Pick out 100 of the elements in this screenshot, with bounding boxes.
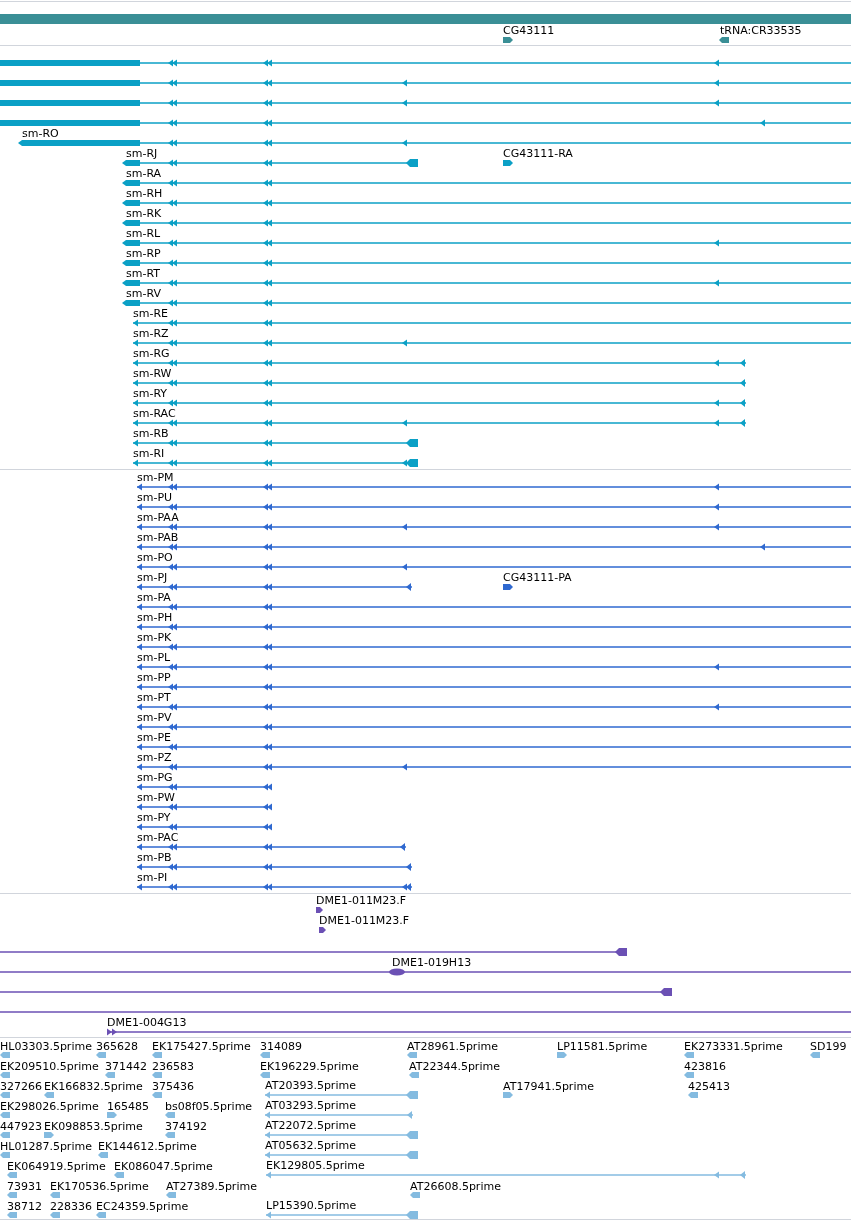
feature-label: sm-RG <box>133 347 170 360</box>
feature-arrow <box>260 1072 270 1078</box>
feature-label: 423816 <box>684 1060 726 1073</box>
feature-label: sm-PK <box>137 631 172 644</box>
feature-arrow <box>50 1212 60 1218</box>
feature-label: HL01287.5prime <box>0 1140 92 1153</box>
feature-arrow <box>810 1052 820 1058</box>
feature-arrow <box>319 927 326 933</box>
feature-label: sm-PAB <box>137 531 179 544</box>
feature-label: EK098853.5prime <box>44 1120 143 1133</box>
feature-label: sm-PJ <box>137 571 168 584</box>
feature-label: AT22072.5prime <box>265 1119 356 1132</box>
feature-label: sm-PU <box>137 491 173 504</box>
feature-label: AT03293.5prime <box>265 1099 356 1112</box>
feature-label: DME1-019H13 <box>392 956 472 969</box>
feature-arrow <box>503 37 513 43</box>
feature-label: tRNA:CR33535 <box>720 24 802 37</box>
feature-arrow <box>152 1092 162 1098</box>
feature-label: sm-RAC <box>133 407 176 420</box>
feature-arrow <box>166 1192 176 1198</box>
feature-label: sm-PV <box>137 711 172 724</box>
feature-arrow <box>7 1192 17 1198</box>
feature-label: DME1-004G13 <box>107 1016 187 1029</box>
feature-label: sm-PG <box>137 771 173 784</box>
feature-label: sm-RV <box>126 287 161 300</box>
feature-label: DME1-011M23.F <box>316 894 407 907</box>
feature-arrow <box>0 1112 10 1118</box>
feature-arrow <box>557 1052 567 1058</box>
feature-label: 236583 <box>152 1060 194 1073</box>
feature-label: SD199 <box>810 1040 847 1053</box>
feature-arrow <box>7 1172 17 1178</box>
feature-label: 314089 <box>260 1040 302 1053</box>
feature-label: 371442 <box>105 1060 147 1073</box>
feature-label: 38712 <box>7 1200 42 1213</box>
feature-arrow <box>407 1052 417 1058</box>
feature-arrow <box>152 1052 162 1058</box>
feature-label: sm-PAC <box>137 831 179 844</box>
feature-arrow <box>96 1212 106 1218</box>
feature-label: CG43111-RA <box>503 147 573 160</box>
feature-label: sm-RW <box>133 367 172 380</box>
feature-label: EC24359.5prime <box>96 1200 189 1213</box>
feature-label: sm-PT <box>137 691 171 704</box>
feature-label: sm-RB <box>133 427 169 440</box>
feature-arrow <box>152 1072 162 1078</box>
feature-label: 374192 <box>165 1120 207 1133</box>
feature-label: sm-RH <box>126 187 163 200</box>
feature-label: sm-RT <box>126 267 160 280</box>
feature-label: sm-RI <box>133 447 165 460</box>
feature-arrow <box>503 1092 513 1098</box>
feature-label: HL03303.5prime <box>0 1040 92 1053</box>
feature-label: 165485 <box>107 1100 149 1113</box>
feature-arrow <box>688 1092 698 1098</box>
feature-label: AT28961.5prime <box>407 1040 498 1053</box>
feature-label: LP11581.5prime <box>557 1040 648 1053</box>
feature-label: EK298026.5prime <box>0 1100 99 1113</box>
feature-arrow <box>105 1072 115 1078</box>
feature-arrow <box>0 1132 10 1138</box>
feature-label: sm-RP <box>126 247 161 260</box>
feature-arrow <box>107 1112 117 1118</box>
feature-label: sm-PA <box>137 591 171 604</box>
feature-label: sm-RJ <box>126 147 158 160</box>
feature-label: sm-PY <box>137 811 171 824</box>
feature-arrow <box>316 907 323 913</box>
feature-label: EK144612.5prime <box>98 1140 197 1153</box>
feature-label: EK129805.5prime <box>266 1159 365 1172</box>
feature-arrow <box>114 1172 124 1178</box>
feature-arrow <box>684 1052 694 1058</box>
feature-label: sm-PM <box>137 471 174 484</box>
feature-arrow <box>44 1092 54 1098</box>
feature-label: sm-PAA <box>137 511 179 524</box>
feature-label: AT26608.5prime <box>410 1180 501 1193</box>
feature-arrow <box>165 1132 175 1138</box>
feature-label: LP15390.5prime <box>266 1199 357 1212</box>
feature-label: sm-PH <box>137 611 173 624</box>
feature-label: sm-PO <box>137 551 173 564</box>
feature-label: sm-PI <box>137 871 168 884</box>
feature-arrow <box>719 37 729 43</box>
feature-label: sm-PB <box>137 851 172 864</box>
feature-arrow <box>0 1092 10 1098</box>
feature-arrow <box>503 160 513 166</box>
feature-label: sm-RY <box>133 387 168 400</box>
feature-label: EK196229.5prime <box>260 1060 359 1073</box>
feature-label: sm-RO <box>22 127 59 140</box>
feature-arrow <box>260 1052 270 1058</box>
feature-label: 447923 <box>0 1120 42 1133</box>
feature-arrow <box>0 1152 10 1158</box>
feature-label: 228336 <box>50 1200 92 1213</box>
feature-label: sm-RE <box>133 307 168 320</box>
feature-arrow <box>44 1132 54 1138</box>
feature-label: 73931 <box>7 1180 42 1193</box>
feature-arrow <box>409 1072 419 1078</box>
feature-arrow <box>165 1112 175 1118</box>
feature-arrow <box>50 1192 60 1198</box>
feature-label: AT22344.5prime <box>409 1060 500 1073</box>
feature-arrow <box>0 1072 10 1078</box>
feature-arrow <box>0 1052 10 1058</box>
feature-label: sm-RZ <box>133 327 169 340</box>
feature-arrow <box>7 1212 17 1218</box>
feature-label: EK175427.5prime <box>152 1040 251 1053</box>
feature-label: sm-RL <box>126 227 161 240</box>
